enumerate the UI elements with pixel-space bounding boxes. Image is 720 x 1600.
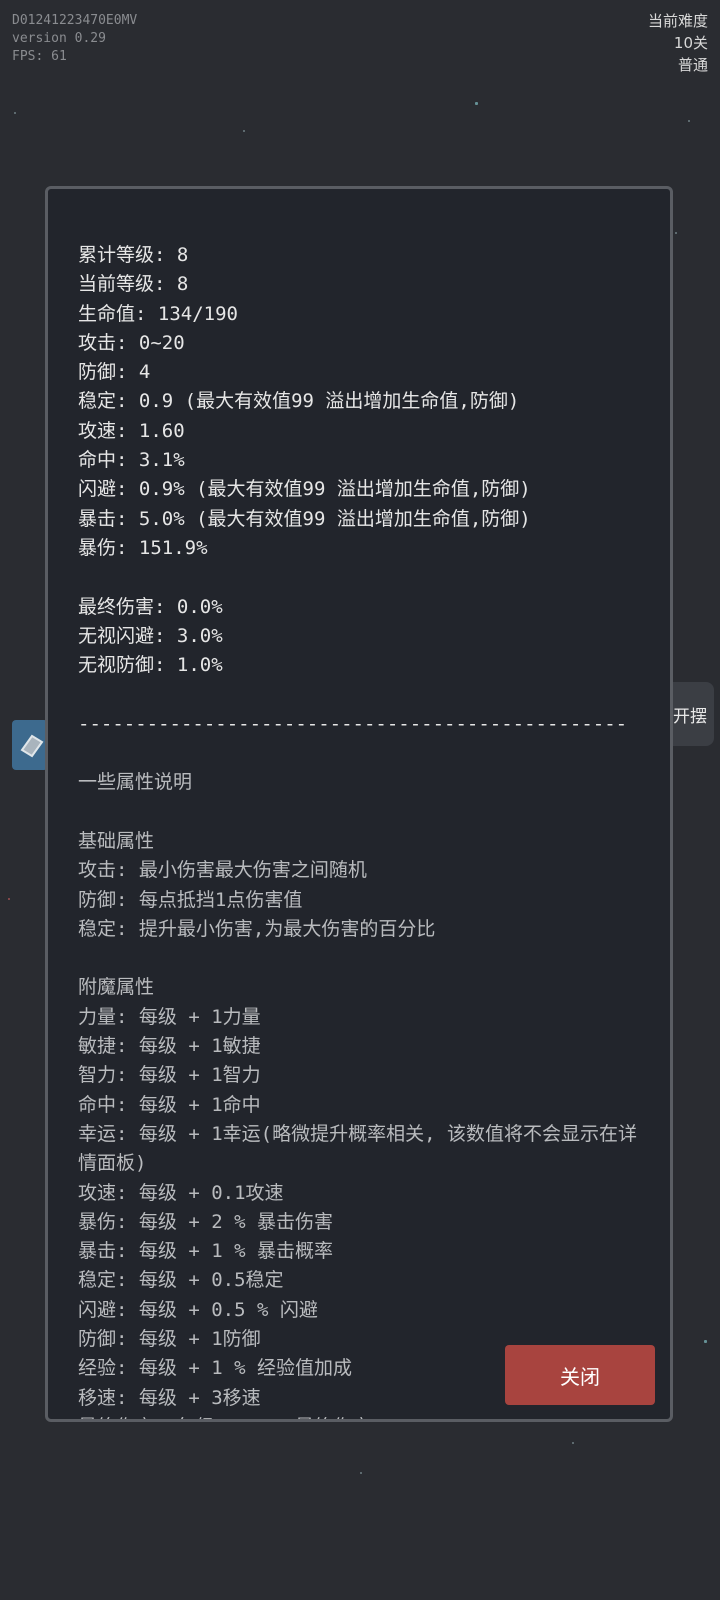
stat-hp: 生命值: 134/190 — [78, 302, 238, 325]
stat-final-damage: 最终伤害: 0.0% — [78, 595, 223, 618]
stat-crit-damage: 暴伤: 151.9% — [78, 536, 208, 559]
base-attr-stability: 稳定: 提升最小伤害,为最大伤害的百分比 — [78, 917, 436, 940]
background-star — [704, 1340, 707, 1343]
attribute-description: 一些属性说明 基础属性 攻击: 最小伤害最大伤害之间随机 防御: 每点抵挡1点伤… — [78, 768, 650, 1419]
stat-ignore-defense: 无视防御: 1.0% — [78, 654, 223, 677]
stat-current-level: 当前等级: 8 — [78, 273, 189, 296]
base-attributes-title: 基础属性 — [78, 829, 155, 852]
item-slot-icon[interactable] — [12, 720, 48, 770]
stat-defense: 防御: 4 — [78, 361, 151, 384]
enchant-agility: 敏捷: 每级 + 1敏捷 — [78, 1035, 261, 1058]
difficulty-level: 10关 — [673, 34, 708, 52]
debug-info: D01241223470E0MV version 0.29 FPS: 61 — [12, 12, 137, 66]
fps-counter: FPS: 61 — [12, 49, 67, 64]
stat-evasion: 闪避: 0.9% (最大有效值99 溢出增加生命值,防御) — [78, 478, 531, 501]
side-tab-label: 开摆 — [673, 706, 707, 727]
enchant-evasion: 闪避: 每级 + 0.5 % 闪避 — [78, 1298, 318, 1321]
background-star — [572, 1442, 574, 1444]
close-button[interactable]: 关闭 — [505, 1345, 655, 1405]
enchant-attributes-title: 附魔属性 — [78, 976, 155, 999]
stat-attack: 攻击: 0~20 — [78, 331, 185, 354]
stat-crit-rate: 暴击: 5.0% (最大有效值99 溢出增加生命值,防御) — [78, 507, 531, 530]
difficulty-indicator: 当前难度 10关 普通 — [648, 10, 708, 76]
difficulty-mode: 普通 — [677, 56, 708, 74]
enchant-crit-rate: 暴击: 每级 + 1 % 暴击概率 — [78, 1240, 333, 1263]
stat-accuracy: 命中: 3.1% — [78, 449, 185, 472]
desc-title: 一些属性说明 — [78, 771, 193, 794]
panel-content: 累计等级: 8 当前等级: 8 生命值: 134/190 攻击: 0~20 防御… — [78, 241, 650, 1419]
enchant-stability: 稳定: 每级 + 0.5稳定 — [78, 1269, 284, 1292]
base-attr-defense: 防御: 每点抵挡1点伤害值 — [78, 888, 303, 911]
background-star — [243, 130, 245, 132]
base-attr-attack: 攻击: 最小伤害最大伤害之间随机 — [78, 859, 367, 882]
enchant-luck: 幸运: 每级 + 1幸运(略微提升概率相关, 该数值将不会显示在详情面板) — [78, 1122, 637, 1175]
background-star — [475, 102, 478, 105]
background-star — [8, 898, 10, 900]
background-star — [360, 1472, 362, 1474]
divider-line: ----------------------------------------… — [78, 712, 628, 735]
enchant-accuracy: 命中: 每级 + 1命中 — [78, 1093, 261, 1116]
stats-detail-panel[interactable]: 累计等级: 8 当前等级: 8 生命值: 134/190 攻击: 0~20 防御… — [45, 186, 673, 1422]
background-star — [675, 232, 677, 234]
version-text: version 0.29 — [12, 31, 106, 46]
gem-icon — [20, 734, 44, 758]
enchant-intellect: 智力: 每级 + 1智力 — [78, 1064, 261, 1087]
stat-stability: 稳定: 0.9 (最大有效值99 溢出增加生命值,防御) — [78, 390, 520, 413]
difficulty-label: 当前难度 — [647, 12, 708, 30]
stat-attack-speed: 攻速: 1.60 — [78, 419, 185, 442]
enchant-attack-speed: 攻速: 每级 + 0.1攻速 — [78, 1181, 284, 1204]
enchant-strength: 力量: 每级 + 1力量 — [78, 1005, 261, 1028]
enchant-crit-damage: 暴伤: 每级 + 2 % 暴击伤害 — [78, 1210, 333, 1233]
background-star — [14, 112, 16, 114]
stat-ignore-evasion: 无视闪避: 3.0% — [78, 624, 223, 647]
background-star — [688, 120, 690, 122]
side-tab-button[interactable]: 开摆 — [666, 682, 714, 746]
enchant-final-damage: 最终伤害: 每级 + 2 % 最终伤害 — [78, 1413, 650, 1419]
build-id: D01241223470E0MV — [12, 13, 138, 28]
stat-total-level: 累计等级: 8 — [78, 244, 189, 266]
